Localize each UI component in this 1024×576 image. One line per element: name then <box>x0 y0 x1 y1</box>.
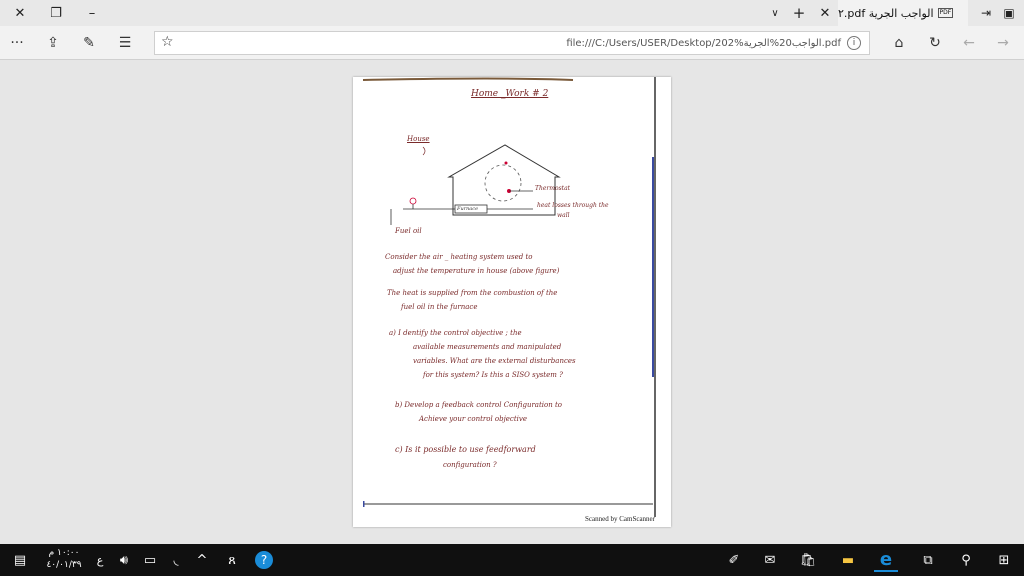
address-bar[interactable]: ☆ file:///C:/Users/USER/Desktop/202%الوا… <box>154 31 870 55</box>
new-tab-button[interactable]: + <box>788 0 810 26</box>
para2-line1: The heat is supplied from the combustion… <box>387 289 558 297</box>
show-hidden-icons-chevron-icon[interactable]: ^ <box>190 548 214 572</box>
page-right-edge <box>652 77 656 517</box>
search-icon[interactable]: ⚲ <box>954 548 978 572</box>
pdf-viewer: Home _Work # 2 House Thermostat Furnace … <box>0 61 1024 544</box>
store-icon[interactable]: 🛍︎ <box>796 548 820 572</box>
heat-loss-label: heat losses through the <box>537 202 609 209</box>
edge-browser-icon[interactable]: e <box>874 548 898 572</box>
para1-line2: adjust the temperature in house (above f… <box>393 267 560 275</box>
app-icon-pen[interactable]: ✐ <box>722 548 746 572</box>
tab-list-chevron-icon[interactable]: ∨ <box>764 0 786 26</box>
people-icon[interactable]: ጸ <box>220 548 244 572</box>
clock-date: ٤٠/٠١/٣٩ <box>46 560 82 570</box>
mail-icon[interactable]: ✉ <box>758 548 782 572</box>
back-icon[interactable]: → <box>990 30 1016 56</box>
question-c-line2: configuration ? <box>443 461 497 469</box>
refresh-icon[interactable]: ↻ <box>922 30 948 56</box>
set-tabs-aside-icon[interactable]: ⇥ <box>975 0 997 26</box>
question-b-line1: b) Develop a feedback control Configurat… <box>395 401 563 409</box>
para2-line2: fuel oil in the furnace <box>401 303 478 311</box>
page-bottom-edge <box>363 501 653 507</box>
forward-icon[interactable]: ← <box>956 30 982 56</box>
tab-close-button[interactable]: ✕ <box>814 0 836 26</box>
action-center-icon[interactable]: ▤ <box>8 548 32 572</box>
taskbar: ▤ ١٠:٠٠ م ٤٠/٠١/٣٩ ع 🔊︎ ▭ ◟ ^ ጸ ? ✐ ✉ 🛍︎… <box>0 544 1024 576</box>
thermostat-label: Thermostat <box>535 185 571 192</box>
wall-label: wall <box>557 212 570 219</box>
clock-time: ١٠:٠٠ م <box>48 548 80 558</box>
task-view-icon[interactable]: ⧉ <box>916 548 940 572</box>
home-icon[interactable]: ⌂ <box>886 30 912 56</box>
navigation-bar: ··· ⇪ ✎ ☰ ☆ file:///C:/Users/USER/Deskto… <box>0 26 1024 60</box>
para1-line1: Consider the air _ heating system used t… <box>385 253 533 261</box>
fuel-oil-label: Fuel oil <box>395 227 422 235</box>
camscanner-watermark: Scanned by CamScanner <box>585 515 655 523</box>
title-bar: ✕ ❐ – ∨ + ✕ PDF الواجب الجرية pdf.٢ ⇥ ▣ <box>0 0 1024 26</box>
close-window-button[interactable]: ✕ <box>0 0 40 26</box>
share-icon[interactable]: ⇪ <box>40 30 66 56</box>
tab-preview-icon[interactable]: ▣ <box>998 0 1020 26</box>
question-a-line3: variables. What are the external disturb… <box>413 357 576 365</box>
tab-title: الواجب الجرية pdf.٢ <box>838 6 934 20</box>
help-icon[interactable]: ? <box>252 548 276 572</box>
homework-title: Home _Work # 2 <box>471 89 549 99</box>
question-c-line1: c) Is it possible to use feedforward <box>395 445 536 454</box>
minimize-window-button[interactable]: – <box>72 0 112 26</box>
pdf-icon: PDF <box>937 8 954 18</box>
page-top-edge <box>362 77 574 81</box>
input-language[interactable]: ع <box>88 548 112 572</box>
furnace-label: Furnace <box>457 206 479 212</box>
file-explorer-icon[interactable]: ▬ <box>836 548 860 572</box>
more-options-button[interactable]: ··· <box>4 30 30 56</box>
tab-document[interactable]: PDF الواجب الجرية pdf.٢ <box>838 0 968 26</box>
question-a-line4: for this system? Is this a SISO system ? <box>423 371 563 379</box>
restore-window-button[interactable]: ❐ <box>36 0 76 26</box>
pdf-page: Home _Work # 2 House Thermostat Furnace … <box>353 77 671 527</box>
question-a-line2: available measurements and manipulated <box>413 343 562 351</box>
site-info-icon[interactable]: i <box>847 36 861 50</box>
battery-icon[interactable]: ▭ <box>138 548 162 572</box>
volume-icon[interactable]: 🔊︎ <box>112 548 136 572</box>
start-windows-icon[interactable]: ⊞ <box>992 548 1016 572</box>
favorite-star-icon[interactable]: ☆ <box>161 34 174 50</box>
address-text: file:///C:/Users/USER/Desktop/202%الواجب… <box>566 37 841 49</box>
clock[interactable]: ١٠:٠٠ م ٤٠/٠١/٣٩ <box>44 547 84 571</box>
favorites-hub-icon[interactable]: ☰ <box>112 30 138 56</box>
wifi-icon[interactable]: ◟ <box>164 548 188 572</box>
house-label: House <box>407 135 430 143</box>
add-notes-icon[interactable]: ✎ <box>76 30 102 56</box>
question-a-line1: a) I dentify the control objective ; the <box>389 329 522 337</box>
question-b-line2: Achieve your control objective <box>419 415 527 423</box>
